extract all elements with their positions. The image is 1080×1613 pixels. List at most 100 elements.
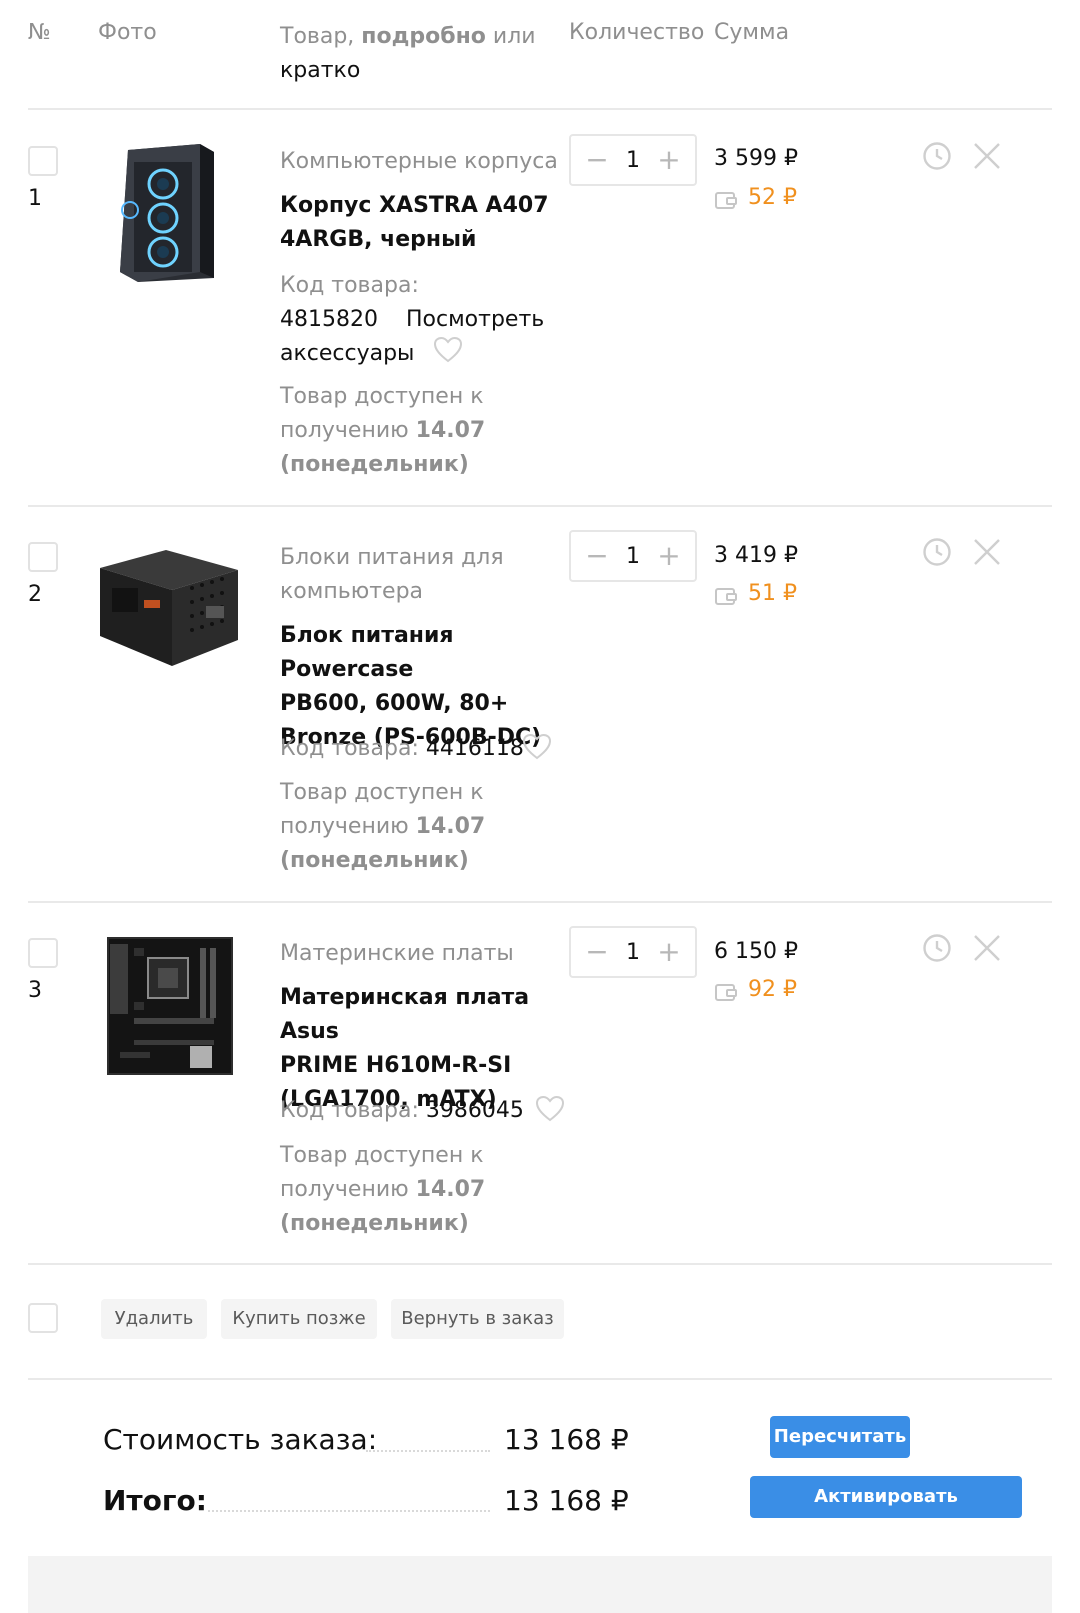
item-title-line: Материнская плата Asus — [280, 985, 530, 1044]
item-category: Компьютерные корпуса — [280, 149, 558, 174]
buy-later-clock-icon[interactable] — [922, 141, 952, 175]
availability-date: 14.07 — [415, 418, 486, 443]
remove-item-close-icon[interactable] — [972, 933, 1002, 967]
item-checkbox[interactable] — [28, 542, 58, 572]
pc-case-image — [120, 144, 214, 282]
item-title-line: 4ARGB, черный — [280, 227, 477, 252]
item-code-label: Код товара: — [280, 273, 419, 298]
item-title-link[interactable]: Корпус XASTRA A407 4ARGB, черный — [280, 189, 560, 257]
activate-certificate-button[interactable]: Активировать сертификат — [750, 1476, 1022, 1549]
item-title-line: Корпус XASTRA A407 — [280, 193, 549, 218]
column-header-quantity: Количество — [569, 20, 705, 45]
increase-quantity-button[interactable]: + — [655, 542, 683, 570]
decrease-quantity-button[interactable]: − — [583, 938, 611, 966]
recalculate-button[interactable]: Пересчитать — [770, 1416, 910, 1458]
total-label: Итого: — [103, 1484, 207, 1517]
column-header-sum: Сумма — [714, 20, 790, 45]
availability-text: Товар доступен к — [280, 780, 484, 805]
order-cost-label: Стоимость заказа: — [103, 1423, 378, 1456]
item-bonus: 52 ₽ — [748, 185, 797, 210]
column-header-item-or: или — [485, 24, 536, 49]
item-code-label: Код товара: — [280, 736, 419, 761]
item-index: 2 — [28, 582, 42, 607]
column-header-photo: Фото — [98, 20, 157, 45]
item-code-block: Код товара: 4815820 Посмотреть аксессуар… — [280, 269, 570, 371]
view-accessories-link-cont[interactable]: аксессуары — [280, 341, 414, 366]
item-title-line: PRIME H610M-R-SI — [280, 1053, 512, 1078]
item-title-line: PB600, 600W, 80+ — [280, 691, 509, 716]
item-title-line: Блок питания Powercase — [280, 623, 454, 682]
item-availability: Товар доступен к получению 14.07 (понеде… — [280, 1139, 540, 1241]
quantity-value[interactable]: 1 — [615, 148, 651, 173]
quantity-value[interactable]: 1 — [615, 544, 651, 569]
total-value: 13 168 ₽ — [504, 1484, 629, 1517]
remove-item-close-icon[interactable] — [972, 141, 1002, 175]
increase-quantity-button[interactable]: + — [655, 938, 683, 966]
sort-detailed-link[interactable]: подробно — [361, 24, 486, 49]
select-all-checkbox[interactable] — [28, 1303, 58, 1333]
column-header-number: № — [28, 20, 51, 45]
availability-text: Товар доступен к — [280, 1143, 484, 1168]
item-checkbox[interactable] — [28, 146, 58, 176]
quantity-value[interactable]: 1 — [615, 940, 651, 965]
column-header-item-prefix: Товар, — [280, 24, 362, 49]
item-availability: Товар доступен к получению 14.07 (понеде… — [280, 380, 540, 482]
bonus-wallet-icon — [714, 982, 738, 1006]
item-bonus: 51 ₽ — [748, 581, 797, 606]
increase-quantity-button[interactable]: + — [655, 146, 683, 174]
product-photo-pc-case[interactable] — [108, 140, 218, 285]
item-code-block: Код товара: 3986045 — [280, 1094, 524, 1128]
availability-day: (понедельник) — [280, 848, 469, 873]
item-code-value: 4815820 — [280, 307, 378, 332]
view-accessories-link[interactable]: Посмотреть — [406, 307, 544, 332]
availability-text: получению — [280, 814, 416, 839]
leader-dots — [208, 1510, 490, 1512]
availability-day: (понедельник) — [280, 1211, 469, 1236]
favorite-heart-icon[interactable] — [433, 336, 463, 368]
buy-later-button[interactable]: Купить позже — [221, 1299, 377, 1339]
decrease-quantity-button[interactable]: − — [583, 146, 611, 174]
buy-later-clock-icon[interactable] — [922, 537, 952, 571]
bonus-wallet-icon — [714, 586, 738, 610]
item-availability: Товар доступен к получению 14.07 (понеде… — [280, 776, 540, 878]
leader-dots — [366, 1450, 490, 1452]
divider — [28, 901, 1052, 903]
order-cost-value: 13 168 ₽ — [504, 1423, 629, 1456]
column-header-item: Товар, подробно или кратко — [280, 20, 540, 88]
favorite-heart-icon[interactable] — [522, 733, 552, 765]
product-photo-power-supply[interactable] — [96, 548, 240, 670]
power-supply-image — [100, 550, 238, 666]
motherboard-image — [107, 937, 233, 1075]
remove-item-close-icon[interactable] — [972, 537, 1002, 571]
item-price: 3 599 ₽ — [714, 146, 798, 171]
item-index: 1 — [28, 186, 42, 211]
product-photo-motherboard[interactable] — [104, 934, 234, 1078]
buy-later-clock-icon[interactable] — [922, 933, 952, 967]
delete-selected-button[interactable]: Удалить — [101, 1299, 207, 1339]
availability-text: получению — [280, 1177, 416, 1202]
divider — [28, 108, 1052, 110]
item-code-block: Код товара: 4416118 — [280, 732, 524, 766]
item-index: 3 — [28, 978, 42, 1003]
availability-text: получению — [280, 418, 416, 443]
divider — [28, 505, 1052, 507]
quantity-stepper: − 1 + — [569, 926, 697, 978]
item-category-line: Блоки питания для — [280, 545, 504, 570]
item-category: Блоки питания для компьютера — [280, 541, 540, 609]
favorite-heart-icon[interactable] — [535, 1095, 565, 1127]
item-category-line: компьютера — [280, 579, 424, 604]
item-code-value: 4416118 — [425, 736, 524, 761]
return-to-order-button[interactable]: Вернуть в заказ — [391, 1299, 564, 1339]
quantity-stepper: − 1 + — [569, 134, 697, 186]
divider — [28, 1263, 1052, 1265]
footer-panel — [28, 1556, 1052, 1613]
item-code-label: Код товара: — [280, 1098, 419, 1123]
item-checkbox[interactable] — [28, 938, 58, 968]
bonus-wallet-icon — [714, 190, 738, 214]
item-code-value: 3986045 — [425, 1098, 524, 1123]
availability-date: 14.07 — [415, 1177, 486, 1202]
sort-brief-link[interactable]: кратко — [280, 58, 360, 83]
quantity-stepper: − 1 + — [569, 530, 697, 582]
availability-date: 14.07 — [415, 814, 486, 839]
decrease-quantity-button[interactable]: − — [583, 542, 611, 570]
